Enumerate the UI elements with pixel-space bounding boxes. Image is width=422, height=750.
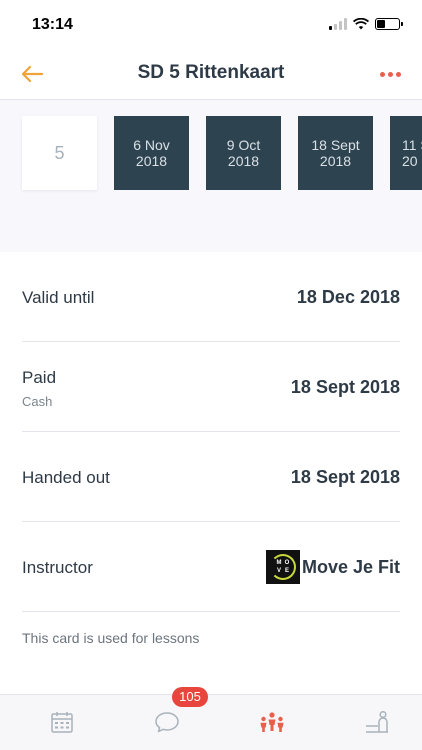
battery-icon	[375, 18, 403, 30]
ride-track: 5 6 Nov 2018 9 Oct 2018 18 Sept 2018 11 …	[22, 116, 422, 190]
tab-schedule[interactable]	[47, 707, 77, 737]
ride-date-box[interactable]: 18 Sept 2018	[298, 116, 373, 190]
navigation-bar: SD 5 Rittenkaart	[0, 48, 422, 100]
tab-profile[interactable]	[362, 707, 392, 737]
ride-date-year: 2018	[227, 153, 260, 169]
ride-strip[interactable]: 5 6 Nov 2018 9 Oct 2018 18 Sept 2018 11 …	[0, 100, 422, 252]
more-options-button[interactable]	[376, 60, 404, 88]
valid-until-row: Valid until 18 Dec 2018	[22, 252, 400, 342]
group-people-icon	[260, 712, 284, 732]
handed-out-label: Handed out	[22, 468, 110, 487]
ride-date-box[interactable]: 6 Nov 2018	[114, 116, 189, 190]
calendar-icon	[51, 712, 73, 733]
instructor-value[interactable]: M O V E Move Je Fit	[265, 550, 400, 584]
paid-row: Paid Cash 18 Sept 2018	[22, 342, 400, 432]
status-bar: 13:14	[0, 0, 422, 48]
wifi-icon	[353, 18, 369, 30]
instructor-row[interactable]: Instructor M O V E Move Je Fit	[22, 522, 400, 612]
valid-until-label: Valid until	[22, 288, 95, 307]
ride-date-year: 2018	[319, 153, 352, 169]
page-title: SD 5 Rittenkaart	[137, 62, 285, 83]
person-podium-icon	[366, 710, 388, 733]
status-time: 13:14	[32, 16, 73, 33]
rides-remaining-box[interactable]: 5	[22, 116, 97, 190]
handed-out-row: Handed out 18 Sept 2018	[22, 432, 400, 522]
rides-remaining-count: 5	[54, 143, 65, 163]
ride-date-day: 18 Sept	[311, 137, 360, 153]
cellular-signal-icon	[329, 18, 347, 30]
payment-method: Cash	[22, 394, 53, 409]
ride-date-day: 9 Oct	[226, 137, 261, 153]
ride-date-year: 20	[402, 153, 418, 169]
paid-label: Paid	[22, 368, 57, 387]
instructor-logo: M O V E	[265, 550, 300, 584]
usage-note: This card is used for lessons	[22, 630, 200, 646]
messages-badge: 105	[172, 687, 208, 707]
handed-out-value: 18 Sept 2018	[290, 467, 400, 487]
ride-date-day: 6 Nov	[133, 137, 170, 153]
card-details: Valid until 18 Dec 2018 Paid Cash 18 Sep…	[0, 252, 422, 646]
instructor-label: Instructor	[22, 558, 93, 577]
ride-date-year: 2018	[135, 153, 168, 169]
tab-messages[interactable]	[152, 707, 182, 737]
chat-bubble-icon	[155, 712, 179, 733]
more-dots-icon	[379, 71, 385, 77]
ride-date-box[interactable]: 9 Oct 2018	[206, 116, 281, 190]
tab-classes[interactable]	[257, 707, 287, 737]
tab-bar: 105	[0, 687, 422, 750]
status-icons	[329, 18, 403, 30]
ride-date-box[interactable]: 11 S 20	[390, 116, 422, 190]
ride-date-day: 11 S	[402, 137, 422, 153]
paid-value: 18 Sept 2018	[290, 377, 400, 397]
valid-until-value: 18 Dec 2018	[296, 287, 400, 307]
instructor-name: Move Je Fit	[301, 556, 400, 577]
